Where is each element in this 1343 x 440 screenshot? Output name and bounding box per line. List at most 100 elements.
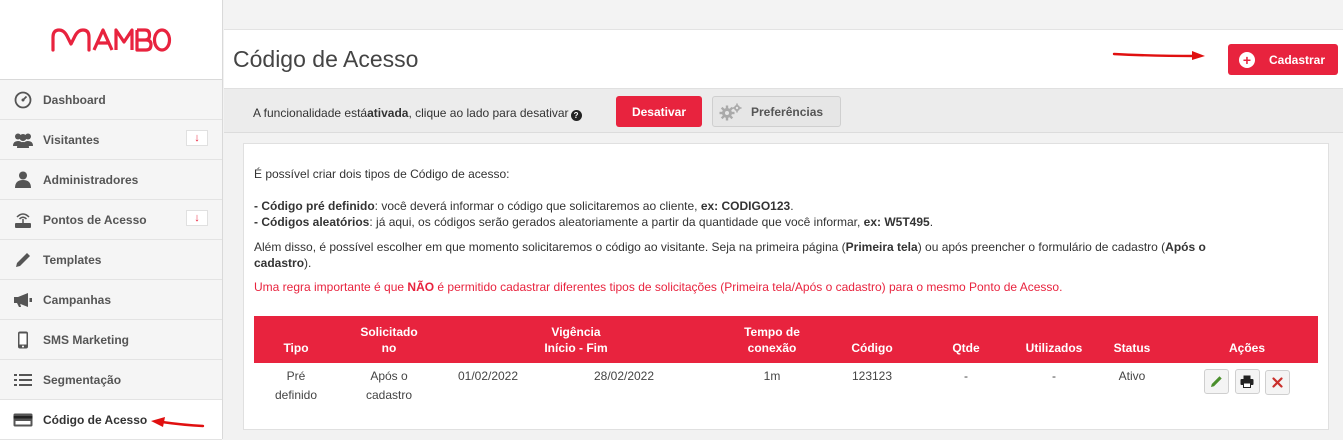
sidebar: Dashboard Visitantes ↓ Administradores P…	[0, 0, 223, 440]
rule-not-bold: NÃO	[407, 280, 435, 294]
sidebar-item-label: SMS Marketing	[43, 332, 130, 347]
preferencias-label: Preferências	[751, 104, 824, 119]
delete-button[interactable]	[1264, 370, 1290, 395]
moment-text-part: ) ou após preencher o formulário de cada…	[917, 240, 1166, 254]
cell-tempo: 1m	[763, 369, 781, 383]
sidebar-item-label: Templates	[43, 252, 102, 267]
gears-icon	[719, 103, 743, 121]
cell-acoes	[1176, 363, 1318, 411]
help-icon[interactable]: ?	[570, 110, 582, 121]
sidebar-item-label: Dashboard	[43, 92, 106, 107]
printer-icon	[1240, 375, 1254, 388]
wifi-router-icon	[12, 210, 34, 230]
sidebar-item-label: Código de Acesso	[43, 412, 148, 427]
rule-text-part: é permitido cadastrar diferentes tipos d…	[434, 280, 1063, 294]
moment-after-signup-cont: cadastro	[254, 256, 305, 270]
table-header-row: Tipo Solicitado no Vigência Início - Fim T…	[254, 316, 1318, 363]
moment-text-part: Além disso, é possível escolher em que m…	[254, 240, 846, 254]
type-random-bold: - Códigos aleatórios	[254, 215, 370, 229]
moment-after-signup: Após o	[1165, 240, 1206, 254]
cell-solicitado: Após o cadastro	[338, 363, 440, 411]
cell-inicio: 01/02/2022	[457, 369, 519, 383]
annotation-arrow-left	[151, 417, 205, 428]
print-button[interactable]	[1234, 369, 1260, 394]
col-tipo[interactable]: Tipo	[254, 316, 338, 363]
moment-text: Além disso, é possível escolher em que m…	[254, 239, 1314, 271]
col-vigencia-line1: Vigência	[551, 325, 601, 339]
col-acoes: Ações	[1176, 316, 1318, 363]
user-icon	[12, 170, 34, 190]
cadastrar-label: Cadastrar	[1269, 52, 1326, 67]
type-predefined-desc: : você deverá informar o código que soli…	[374, 199, 701, 213]
pencil-icon	[1211, 376, 1222, 387]
pencil-icon	[12, 250, 34, 270]
cell-tipo-line1: Pré	[286, 369, 306, 383]
col-solicitado[interactable]: Solicitado no	[338, 316, 440, 363]
sidebar-item-label: Visitantes	[43, 132, 100, 147]
megaphone-icon	[12, 290, 34, 310]
table-row: Pré definido Após o cadastro 01/02/2022 28…	[254, 363, 1318, 411]
sidebar-item-templates[interactable]: Templates	[0, 240, 222, 280]
sidebar-item-segmentacao[interactable]: Segmentação	[0, 360, 222, 400]
top-bar	[224, 0, 1343, 30]
sidebar-item-pontos-de-acesso[interactable]: Pontos de Acesso ↓	[0, 200, 222, 240]
col-tempo[interactable]: Tempo de conexão	[712, 316, 832, 363]
sidebar-item-label: Pontos de Acesso	[43, 212, 147, 227]
status-text-before: A funcionalidade está	[253, 106, 368, 120]
cell-tipo: Pré definido	[254, 363, 338, 411]
cell-codigo: 123123	[851, 369, 893, 383]
col-status[interactable]: Status	[1088, 316, 1176, 363]
type-predefined-text: - Código pré definido: você deverá infor…	[254, 198, 794, 214]
punct: .	[790, 199, 794, 213]
mambo-logo[interactable]	[0, 0, 222, 80]
col-qtde[interactable]: Qtde	[912, 316, 1020, 363]
sidebar-item-label: Campanhas	[43, 292, 112, 307]
cell-solicitado-line1: Após o	[370, 369, 408, 383]
col-solicitado-line1: Solicitado	[360, 325, 418, 339]
col-codigo[interactable]: Código	[832, 316, 912, 363]
sidebar-item-visitantes[interactable]: Visitantes ↓	[0, 120, 222, 160]
sidebar-item-administradores[interactable]: Administradores	[0, 160, 222, 200]
col-tempo-line2: conexão	[747, 341, 797, 355]
rule-warning-text: Uma regra importante é que NÃO é permiti…	[254, 279, 1062, 295]
mobile-phone-icon	[12, 330, 34, 350]
sidebar-item-dashboard[interactable]: Dashboard	[0, 80, 222, 120]
cell-fim: 28/02/2022	[593, 369, 655, 383]
moment-first-screen: Primeira tela	[845, 240, 918, 254]
type-predefined-example: ex: CODIGO123	[700, 199, 791, 213]
plus-circle-icon: +	[1239, 51, 1255, 68]
cell-utilizados: -	[1052, 369, 1056, 383]
content-panel: É possível criar dois tipos de Código de…	[243, 143, 1329, 430]
status-text-after: , clique ao lado para desativar	[408, 106, 569, 120]
sidebar-item-campanhas[interactable]: Campanhas	[0, 280, 222, 320]
access-codes-table: Tipo Solicitado no Vigência Início - Fim T…	[254, 316, 1318, 411]
list-icon	[12, 370, 34, 390]
type-random-text: - Códigos aleatórios: já aqui, os código…	[254, 214, 933, 230]
page-title: Código de Acesso	[233, 46, 419, 72]
type-random-example: ex: W5T495	[863, 215, 930, 229]
mambo-logo-mark	[51, 27, 172, 52]
col-solicitado-line2: no	[381, 341, 397, 355]
edit-button[interactable]	[1204, 369, 1230, 394]
functionality-status-text: A funcionalidade estáativada, clique ao …	[253, 106, 582, 121]
cell-status: Ativo	[1118, 369, 1146, 383]
preferencias-button[interactable]: Preferências	[712, 96, 841, 127]
functionality-bar: A funcionalidade estáativada, clique ao …	[224, 89, 1343, 133]
sidebar-item-sms-marketing[interactable]: SMS Marketing	[0, 320, 222, 360]
cadastrar-button[interactable]: + Cadastrar	[1228, 44, 1338, 75]
expand-arrow-badge[interactable]: ↓	[186, 130, 208, 146]
users-icon	[12, 130, 34, 150]
sidebar-item-label: Segmentação	[43, 372, 122, 387]
col-vigencia-line2: Início - Fim	[544, 341, 608, 355]
rule-text-part: Uma regra importante é que	[254, 280, 408, 294]
credit-card-icon	[12, 410, 34, 430]
cell-qtde: -	[964, 369, 968, 383]
col-vigencia[interactable]: Vigência Início - Fim	[440, 316, 712, 363]
expand-arrow-badge[interactable]: ↓	[186, 210, 208, 226]
dashboard-gauge-icon	[12, 90, 34, 110]
desativar-button[interactable]: Desativar	[616, 96, 702, 127]
cell-solicitado-line2: cadastro	[365, 388, 413, 402]
cell-tipo-line2: definido	[274, 388, 318, 402]
type-predefined-bold: - Código pré definido	[254, 199, 375, 213]
col-utilizados[interactable]: Utilizados	[1020, 316, 1088, 363]
